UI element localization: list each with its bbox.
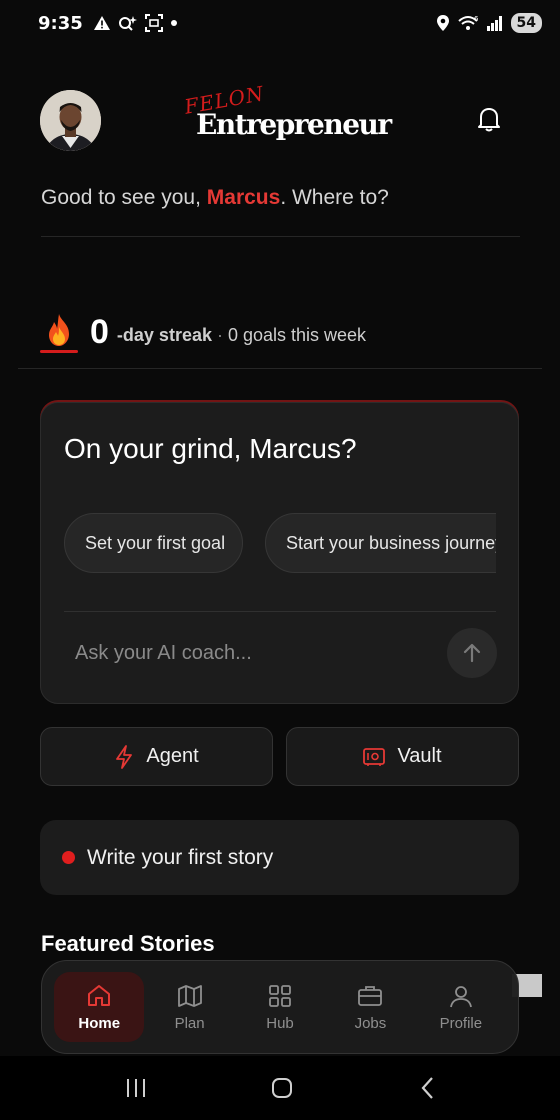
vault-button[interactable]: Vault [286,727,519,786]
assist-icon [118,16,137,31]
wifi-icon: 6 [457,15,479,30]
vault-label: Vault [397,745,442,767]
home-icon [88,984,111,1006]
home-circle-icon [272,1078,292,1098]
home-system-button[interactable] [265,1072,299,1104]
avatar-image [40,90,101,151]
streak-goals: 0 goals this week [227,324,367,345]
greeting-suffix: . Where to? [280,186,389,209]
divider [64,611,496,612]
streak-count: 0 [90,312,109,351]
system-nav-bar [0,1056,560,1120]
signal-icon [486,16,502,31]
write-story-label: Write your first story [87,845,274,869]
flame-icon-wrap [40,311,78,353]
greeting-name: Marcus [206,186,281,209]
nav-home-label: Home [78,1014,121,1032]
safe-icon [363,747,386,766]
chevron-left-icon [421,1077,433,1099]
nav-plan[interactable]: Plan [144,972,234,1042]
status-right-icons: 6 54 [436,13,542,33]
avatar[interactable] [40,90,101,151]
screenshot-icon [144,14,163,32]
featured-stories-heading: Featured Stories [41,931,215,956]
nav-jobs[interactable]: Jobs [325,972,415,1042]
suggestion-chips: Set your first goal Start your business … [64,513,496,575]
agent-button[interactable]: Agent [40,727,273,786]
divider [18,368,542,369]
nav-plan-label: Plan [174,1014,205,1032]
flame-icon [49,314,69,346]
nav-profile[interactable]: Profile [416,972,506,1042]
grid-icon [269,984,291,1007]
status-bar: 9:35 6 54 [0,0,560,46]
bell-icon [478,108,500,132]
ai-coach-card: On your grind, Marcus? Set your first go… [40,402,519,704]
streak-underline [40,350,78,353]
greeting-prefix: Good to see you, [41,186,207,209]
location-icon [436,15,449,31]
nav-hub-label: Hub [266,1014,294,1032]
chip-set-first-goal[interactable]: Set your first goal [64,513,243,573]
bottom-nav: Home Plan Hub Jobs Profile [41,960,519,1054]
recent-apps-button[interactable] [119,1072,153,1104]
nav-home[interactable]: Home [54,972,145,1042]
coach-card-title: On your grind, Marcus? [64,433,357,464]
warning-icon [93,16,110,30]
app-logo: FELON Entrepreneur [183,81,393,154]
battery-indicator: 54 [510,13,542,33]
person-icon [449,985,472,1007]
divider [41,236,520,237]
write-story-card[interactable]: Write your first story [40,820,519,895]
chip-start-business-journey[interactable]: Start your business journey [265,513,496,573]
status-dot [62,851,75,864]
recents-icon [127,1079,145,1097]
arrow-up-icon [463,643,481,663]
svg-text:6: 6 [474,15,479,23]
logo-entrepreneur-text: Entrepreneur [196,108,392,141]
streak-separator: · [216,324,223,345]
greeting: Good to see you, Marcus. Where to? [41,186,389,210]
status-left-icons [93,14,178,32]
agent-label: Agent [146,745,199,767]
send-button[interactable] [447,628,497,678]
nav-hub[interactable]: Hub [235,972,325,1042]
status-time: 9:35 [38,12,83,34]
lightning-icon [116,744,133,769]
back-button[interactable] [411,1072,445,1104]
dot-icon [170,20,177,26]
nav-profile-label: Profile [439,1014,483,1032]
briefcase-icon [358,985,383,1006]
streak-label: -day streak [116,324,212,345]
map-icon [177,984,202,1007]
streak-row[interactable]: 0 -day streak · 0 goals this week [40,310,366,354]
ai-coach-input[interactable] [64,633,424,673]
notifications-button[interactable] [474,104,504,134]
nav-jobs-label: Jobs [354,1014,387,1032]
